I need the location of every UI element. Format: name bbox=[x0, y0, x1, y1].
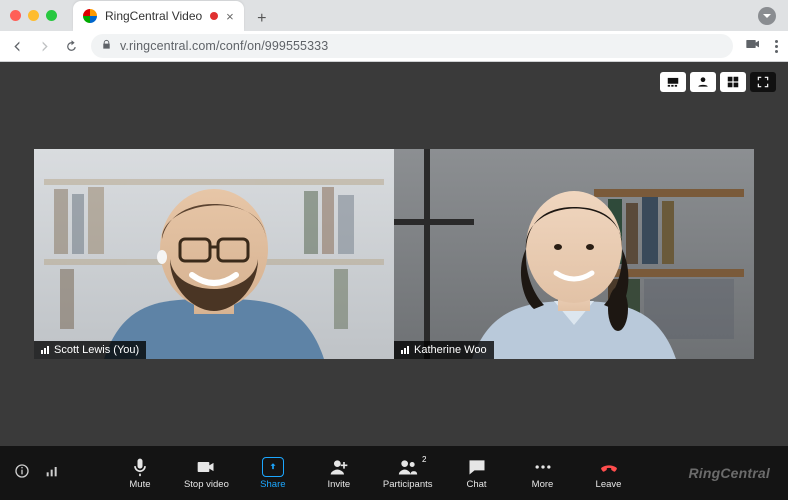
microphone-icon bbox=[129, 457, 151, 477]
share-label: Share bbox=[260, 479, 285, 490]
camera-indicator-icon[interactable] bbox=[745, 36, 761, 57]
participants-icon bbox=[397, 457, 419, 477]
tab-title: RingCentral Video bbox=[105, 9, 202, 23]
more-icon bbox=[532, 457, 554, 477]
video-camera-icon bbox=[195, 457, 217, 477]
participant-name: Scott Lewis (You) bbox=[54, 344, 139, 356]
view-options bbox=[660, 72, 776, 92]
chat-label: Chat bbox=[466, 479, 486, 490]
invite-button[interactable]: Invite bbox=[317, 457, 361, 490]
tab-strip: RingCentral Video × + bbox=[0, 0, 788, 31]
hangup-icon bbox=[598, 457, 620, 477]
meeting-window: Scott Lewis (You) bbox=[0, 62, 788, 500]
participant-count-badge: 2 bbox=[422, 455, 426, 464]
signal-icon bbox=[401, 346, 409, 354]
share-screen-icon bbox=[262, 457, 284, 477]
window-controls bbox=[10, 0, 67, 31]
participants-label: Participants bbox=[383, 479, 433, 490]
stop-video-label: Stop video bbox=[184, 479, 229, 490]
participants-button[interactable]: 2 Participants bbox=[383, 457, 433, 490]
address-bar-row: v.ringcentral.com/conf/on/999555333 bbox=[0, 31, 788, 61]
fullscreen-button[interactable] bbox=[750, 72, 776, 92]
brand-logo: RingCentral bbox=[688, 465, 774, 481]
browser-chrome: RingCentral Video × + v.ringcentral.com/… bbox=[0, 0, 788, 62]
minimize-window-icon[interactable] bbox=[28, 10, 39, 21]
lock-icon bbox=[101, 37, 112, 55]
leave-label: Leave bbox=[596, 479, 622, 490]
signal-strength-icon[interactable] bbox=[44, 463, 60, 484]
chat-icon bbox=[466, 457, 488, 477]
close-window-icon[interactable] bbox=[10, 10, 21, 21]
info-icon[interactable] bbox=[14, 463, 30, 484]
new-tab-button[interactable]: + bbox=[250, 7, 274, 31]
video-placeholder-icon bbox=[394, 149, 754, 359]
gallery-view-button[interactable] bbox=[720, 72, 746, 92]
recording-indicator-icon bbox=[210, 12, 218, 20]
forward-icon[interactable] bbox=[37, 39, 52, 54]
maximize-window-icon[interactable] bbox=[46, 10, 57, 21]
video-placeholder-icon bbox=[34, 149, 394, 359]
invite-label: Invite bbox=[328, 479, 351, 490]
share-button[interactable]: Share bbox=[251, 457, 295, 490]
browser-menu-icon[interactable] bbox=[775, 40, 778, 53]
video-tile-self[interactable]: Scott Lewis (You) bbox=[34, 149, 394, 359]
chat-button[interactable]: Chat bbox=[455, 457, 499, 490]
browser-tab[interactable]: RingCentral Video × bbox=[73, 1, 244, 31]
favicon-icon bbox=[83, 9, 97, 23]
mute-label: Mute bbox=[129, 479, 150, 490]
address-bar[interactable]: v.ringcentral.com/conf/on/999555333 bbox=[91, 34, 733, 58]
stop-video-button[interactable]: Stop video bbox=[184, 457, 229, 490]
video-tile-remote[interactable]: Katherine Woo bbox=[394, 149, 754, 359]
more-button[interactable]: More bbox=[521, 457, 565, 490]
url-text: v.ringcentral.com/conf/on/999555333 bbox=[120, 39, 328, 53]
filmstrip-view-button[interactable] bbox=[660, 72, 686, 92]
leave-button[interactable]: Leave bbox=[587, 457, 631, 490]
participant-name-tag: Katherine Woo bbox=[394, 341, 494, 359]
participant-name-tag: Scott Lewis (You) bbox=[34, 341, 146, 359]
invite-icon bbox=[328, 457, 350, 477]
video-stage: Scott Lewis (You) bbox=[0, 62, 788, 446]
more-label: More bbox=[532, 479, 554, 490]
speaker-view-button[interactable] bbox=[690, 72, 716, 92]
mute-button[interactable]: Mute bbox=[118, 457, 162, 490]
participant-name: Katherine Woo bbox=[414, 344, 487, 356]
meeting-toolbar: Mute Stop video Share Invite 2 Participa… bbox=[0, 446, 788, 500]
signal-icon bbox=[41, 346, 49, 354]
tab-overflow-icon[interactable] bbox=[758, 7, 776, 25]
reload-icon[interactable] bbox=[64, 39, 79, 54]
back-icon[interactable] bbox=[10, 39, 25, 54]
close-tab-icon[interactable]: × bbox=[226, 9, 234, 24]
